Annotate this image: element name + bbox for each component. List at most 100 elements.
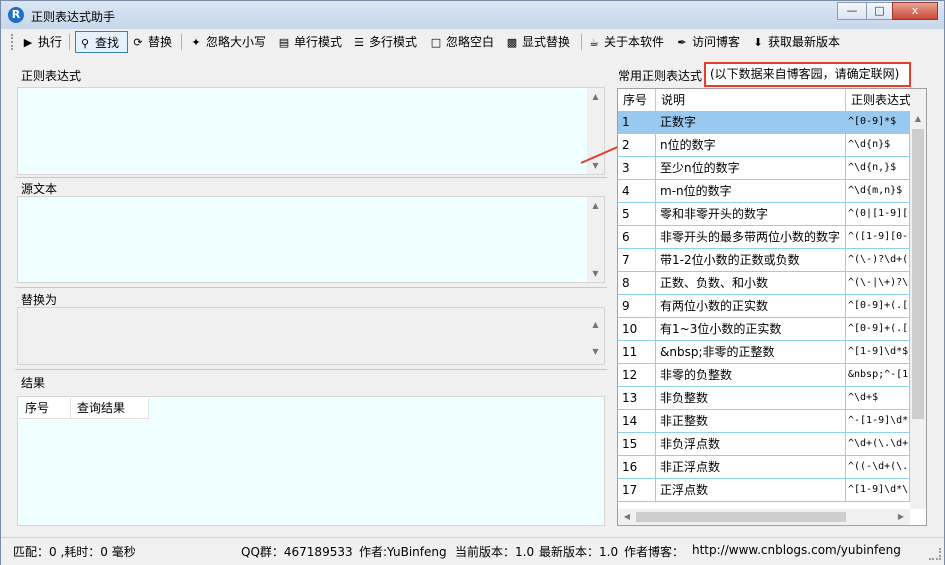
toolbar-grip[interactable] [11,34,16,50]
grid-row[interactable]: 17 正浮点数 ^[1-9]\d*\. [618,479,910,502]
replace-button[interactable]: ⟳ 替换 [131,31,172,53]
splitter[interactable] [15,287,607,288]
toolbar-separator [581,34,582,50]
multi-line-toggle[interactable]: ☰ 多行模式 [352,31,417,53]
grid-col-regex[interactable]: 正则表达式 [846,89,916,111]
regex-label: 正则表达式 [21,69,82,83]
grid-row[interactable]: 13 非负整数 ^\d+$ [618,387,910,410]
match-stats: 匹配：0 ,耗时：0 毫秒 [13,545,136,559]
grid-row[interactable]: 3 至少n位的数字 ^\d{n,}$ [618,157,910,180]
scroll-down-arrow-icon[interactable]: ▼ [587,265,604,282]
replace-scrollbar[interactable]: ▲ ▼ [587,308,604,364]
grid-cell-description: m-n位的数字 [656,180,846,202]
scroll-left-arrow-icon[interactable]: ◀ [620,509,634,525]
toolbar: ▶ 执行 ⚲ 查找 ⟳ 替换 ✦ 忽略大小写 ▤ 单行模式 ☰ 多行模式 □ 忽略空白 ▩ 显式… [9,31,939,53]
grid-row[interactable]: 1 正数字 ^[0-9]*$ [618,111,910,134]
toolbar-separator [181,34,182,50]
ignore-case-toggle[interactable]: ✦ 忽略大小写 [189,31,266,53]
status-bar: 匹配：0 ,耗时：0 毫秒 QQ群：467189533 作者:YuBinfeng… [1,537,944,565]
app-logo-icon: R [8,7,24,23]
common-regex-grid[interactable]: 序号 说明 正则表达式 1 正数字 ^[0-9]*$ 2 n位的数字 ^\d{n}$ 3 至少… [617,88,927,526]
app-window: R 正则表达式助手 — □ x ▶ 执行 ⚲ 查找 ⟳ 替换 ✦ 忽略大小写 ▤ 单行模式… [0,0,945,565]
single-line-toggle[interactable]: ▤ 单行模式 [277,31,342,53]
grid-cell-index: 8 [618,272,656,294]
grid-cell-description: 正浮点数 [656,479,846,501]
grid-row[interactable]: 14 非正整数 ^-[1-9]\d* [618,410,910,433]
find-button[interactable]: ⚲ 查找 [75,31,128,53]
maximize-button[interactable]: □ [866,2,893,20]
scroll-down-arrow-icon[interactable]: ▼ [587,343,604,360]
grid-cell-regex: ^(0|[1-9][0 [846,203,910,225]
grid-row[interactable]: 5 零和非零开头的数字 ^(0|[1-9][0 [618,203,910,226]
grid-cell-regex: ^[0-9]+(.[0 [846,318,910,340]
grid-cell-index: 17 [618,479,656,501]
grid-cell-index: 9 [618,295,656,317]
get-latest-button[interactable]: ⬇ 获取最新版本 [751,31,840,53]
author-blog-label: 作者博客： [624,545,685,559]
grid-col-description[interactable]: 说明 [656,89,846,111]
grid-cell-regex: ^\d{n}$ [846,134,910,156]
grid-row[interactable]: 15 非负浮点数 ^\d+(\.\d+) [618,433,910,456]
grid-row[interactable]: 11 &nbsp;非零的正整数 ^[1-9]\d*$ [618,341,910,364]
grid-header: 序号 说明 正则表达式 [618,89,926,112]
grid-cell-description: 零和非零开头的数字 [656,203,846,225]
grid-row[interactable]: 8 正数、负数、和小数 ^(\-|\+)?\c [618,272,910,295]
replace-icon: ⟳ [133,36,143,49]
grid-cell-description: 正数、负数、和小数 [656,272,846,294]
grid-cell-regex: ^\d{m,n}$ [846,180,910,202]
grid-row[interactable]: 16 非正浮点数 ^((-\d+(\.\ [618,456,910,479]
grid-cell-regex: ^\d{n,}$ [846,157,910,179]
grid-row[interactable]: 6 非零开头的最多带两位小数的数字 ^([1-9][0-9 [618,226,910,249]
grid-cell-regex: ^[1-9]\d*$ [846,341,910,363]
grid-cell-description: 有1~3位小数的正实数 [656,318,846,340]
grid-row[interactable]: 12 非零的负整数 &nbsp;^-[1- [618,364,910,387]
scroll-up-arrow-icon[interactable]: ▲ [910,111,926,127]
source-text-input[interactable]: ▲ ▼ [17,196,605,283]
grid-cell-regex: &nbsp;^-[1- [846,364,910,386]
title-bar[interactable]: R 正则表达式助手 — □ x [1,1,944,29]
blog-link[interactable]: http://www.cnblogs.com/yubinfeng [692,543,901,557]
about-button[interactable]: ☕ 关于本软件 [587,31,664,53]
scroll-up-arrow-icon[interactable]: ▲ [587,197,604,214]
scroll-thumb[interactable] [912,129,924,419]
grid-cell-index: 10 [618,318,656,340]
grid-cell-regex: ^(\-)?\d+(\ [846,249,910,271]
grid-cell-regex: ^[0-9]*$ [846,111,910,133]
visit-blog-button[interactable]: ✒ 访问博客 [675,31,740,53]
grid-cell-index: 7 [618,249,656,271]
ignore-whitespace-toggle[interactable]: □ 忽略空白 [429,31,494,53]
grid-col-index[interactable]: 序号 [618,89,656,111]
replace-with-input[interactable]: ▲ ▼ [17,307,605,365]
grid-row[interactable]: 2 n位的数字 ^\d{n}$ [618,134,910,157]
splitter[interactable] [15,369,607,370]
grid-cell-description: 至少n位的数字 [656,157,846,179]
result-col-match[interactable]: 查询结果 [71,398,149,418]
grid-horizontal-scrollbar[interactable]: ◀ ▶ [618,509,910,525]
minimize-button[interactable]: — [837,2,867,20]
result-col-index[interactable]: 序号 [19,398,71,418]
grid-row[interactable]: 10 有1~3位小数的正实数 ^[0-9]+(.[0 [618,318,910,341]
coffee-icon: ☕ [589,36,599,49]
regex-input[interactable]: ▲ ▼ [17,87,605,175]
scroll-up-arrow-icon[interactable]: ▲ [587,316,604,333]
explicit-replace-toggle[interactable]: ▩ 显式替换 [505,31,570,53]
grid-vertical-scrollbar[interactable]: ▲ [910,89,926,509]
grid-row[interactable]: 9 有两位小数的正实数 ^[0-9]+(.[0 [618,295,910,318]
download-icon: ⬇ [753,36,763,49]
source-scrollbar[interactable]: ▲ ▼ [587,197,604,282]
stack-icon: ▩ [506,36,518,49]
result-list[interactable]: 序号 查询结果 [17,396,605,526]
grid-cell-description: 非负整数 [656,387,846,409]
splitter[interactable] [15,177,607,178]
grid-row[interactable]: 4 m-n位的数字 ^\d{m,n}$ [618,180,910,203]
h-scroll-thumb[interactable] [636,512,846,522]
grid-cell-description: 非零开头的最多带两位小数的数字 [656,226,846,248]
scroll-right-arrow-icon[interactable]: ▶ [894,509,908,525]
grid-row[interactable]: 7 带1-2位小数的正数或负数 ^(\-)?\d+(\ [618,249,910,272]
execute-button[interactable]: ▶ 执行 [21,31,62,53]
latest-version: 最新版本：1.0 [539,545,619,559]
close-button[interactable]: x [892,2,938,20]
toolbar-separator [69,34,70,50]
grid-cell-index: 2 [618,134,656,156]
resize-grip[interactable] [929,548,941,560]
